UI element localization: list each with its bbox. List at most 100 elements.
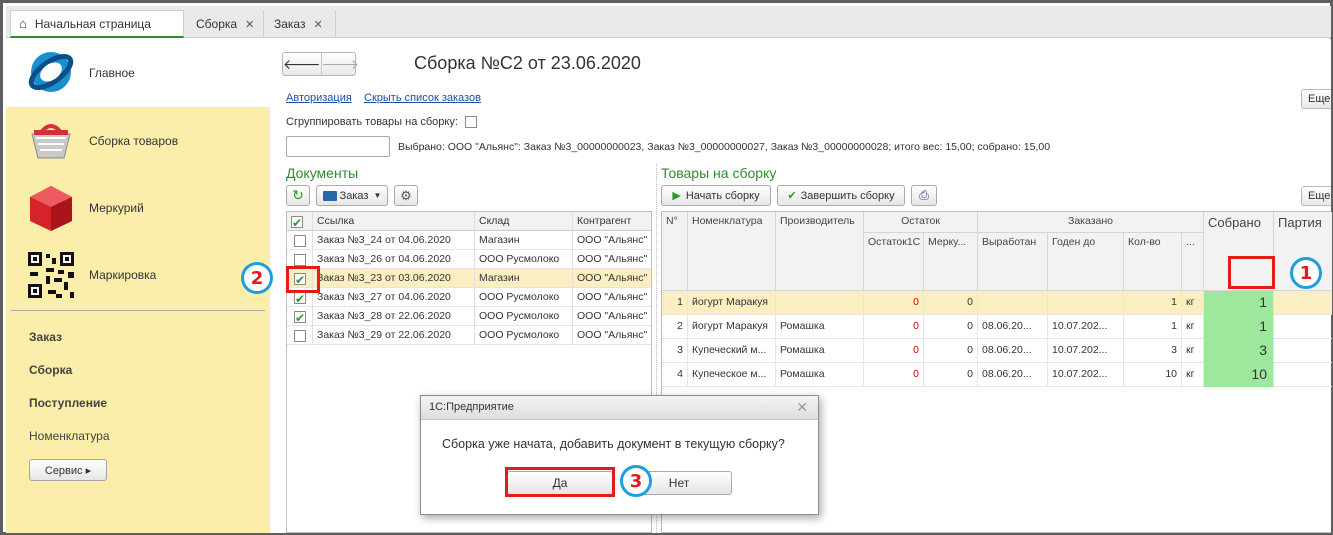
selected-summary: Выбрано: ООО "Альянс": Заказ №3_00000000… bbox=[398, 141, 1051, 153]
goods-valid: 10.07.202... bbox=[1048, 339, 1124, 363]
goods-valid bbox=[1048, 291, 1124, 315]
column-header[interactable]: Склад bbox=[475, 212, 573, 231]
play-icon: ▶ bbox=[672, 190, 681, 202]
goods-qty: 1 bbox=[1124, 315, 1182, 339]
goods-collected[interactable]: 10 bbox=[1204, 363, 1274, 387]
goods-mercury: 0 bbox=[924, 315, 978, 339]
settings-button[interactable]: ⚙ bbox=[394, 185, 418, 206]
group-goods-label: Сгруппировать товары на сборку: bbox=[286, 116, 477, 129]
service-button[interactable]: Сервис ▸ bbox=[29, 459, 107, 481]
print-button[interactable]: ⎙ bbox=[911, 185, 937, 206]
forward-arrow-icon[interactable]: 🡒 bbox=[322, 53, 360, 75]
tab-assembly[interactable]: Сборка ✕ bbox=[188, 10, 264, 38]
row-number: 1 bbox=[662, 291, 688, 315]
red-cube-icon bbox=[30, 185, 72, 231]
doc-link[interactable]: Заказ №3_24 от 04.06.2020 bbox=[313, 231, 475, 250]
goods-collected[interactable]: 1 bbox=[1204, 315, 1274, 339]
sidebar-item-mercury[interactable]: Меркурий bbox=[6, 174, 270, 241]
refresh-button[interactable]: ↻ bbox=[286, 185, 310, 206]
column-header: Заказано bbox=[978, 212, 1204, 233]
table-row[interactable]: 4 Купеческое м... Ромашка 0 0 08.06.20..… bbox=[662, 363, 1332, 387]
column-header[interactable]: Кол-во bbox=[1124, 233, 1182, 291]
check-all-icon[interactable] bbox=[287, 212, 313, 231]
doc-warehouse: ООО Русмолоко bbox=[475, 307, 573, 326]
sidebar-link-receipt[interactable]: Поступление bbox=[29, 396, 107, 410]
confirm-dialog: 1С:Предприятие ✕ Сборка уже начата, доба… bbox=[420, 395, 819, 515]
table-row[interactable]: Заказ №3_23 от 03.06.2020 Магазин ООО "А… bbox=[287, 269, 651, 288]
goods-qty: 3 bbox=[1124, 339, 1182, 363]
column-header[interactable]: Номенклатура bbox=[688, 212, 776, 291]
finish-assembly-button[interactable]: ✔ Завершить сборку bbox=[777, 185, 905, 206]
column-header[interactable]: Ссылка bbox=[313, 212, 475, 231]
goods-unit: кг bbox=[1182, 363, 1204, 387]
column-header[interactable]: Производитель bbox=[776, 212, 864, 291]
dialog-title: 1С:Предприятие bbox=[429, 401, 514, 413]
close-icon[interactable]: ✕ bbox=[245, 18, 254, 31]
goods-qty: 1 bbox=[1124, 291, 1182, 315]
sidebar-link-assembly[interactable]: Сборка bbox=[29, 363, 72, 377]
column-header[interactable]: Контрагент bbox=[573, 212, 651, 231]
column-header[interactable]: Годен до bbox=[1048, 233, 1124, 291]
more-button[interactable]: Еще bbox=[1301, 89, 1331, 109]
order-dropdown-button[interactable]: Заказ ▼ bbox=[316, 185, 388, 206]
column-header[interactable]: Остаток1С bbox=[864, 233, 924, 291]
goods-name: Купеческий м... bbox=[688, 339, 776, 363]
sidebar-link-nomenclature[interactable]: Номенклатура bbox=[29, 429, 110, 443]
auth-link[interactable]: Авторизация bbox=[286, 92, 352, 104]
row-number: 4 bbox=[662, 363, 688, 387]
column-header[interactable]: Выработан bbox=[978, 233, 1048, 291]
sidebar-item-assembly[interactable]: Сборка товаров bbox=[6, 107, 270, 174]
goods-produced: 08.06.20... bbox=[978, 315, 1048, 339]
table-row[interactable]: Заказ №3_28 от 22.06.2020 ООО Русмолоко … bbox=[287, 307, 651, 326]
goods-name: Купеческое м... bbox=[688, 363, 776, 387]
tab-order[interactable]: Заказ ✕ bbox=[266, 10, 336, 38]
back-arrow-icon[interactable]: 🡐 bbox=[283, 53, 322, 75]
table-row[interactable]: Заказ №3_26 от 04.06.2020 ООО Русмолоко … bbox=[287, 250, 651, 269]
table-row[interactable]: Заказ №3_27 от 04.06.2020 ООО Русмолоко … bbox=[287, 288, 651, 307]
column-header[interactable]: Мерку... bbox=[924, 233, 978, 291]
table-row[interactable]: Заказ №3_24 от 04.06.2020 Магазин ООО "А… bbox=[287, 231, 651, 250]
table-row[interactable]: Заказ №3_29 от 22.06.2020 ООО Русмолоко … bbox=[287, 326, 651, 345]
doc-link[interactable]: Заказ №3_27 от 04.06.2020 bbox=[313, 288, 475, 307]
column-header[interactable]: N° bbox=[662, 212, 688, 291]
table-row[interactable]: 1 йогурт Маракуя 0 0 1 кг 1 bbox=[662, 291, 1332, 315]
documents-title: Документы bbox=[286, 165, 359, 181]
goods-unit: кг bbox=[1182, 315, 1204, 339]
sidebar-item-marking[interactable]: Маркировка bbox=[6, 241, 270, 308]
row-checkbox[interactable] bbox=[294, 235, 306, 248]
sidebar-item-main[interactable]: Главное bbox=[6, 39, 270, 107]
goods-collected[interactable]: 1 bbox=[1204, 291, 1274, 315]
doc-link[interactable]: Заказ №3_29 от 22.06.2020 bbox=[313, 326, 475, 345]
sidebar-link-order[interactable]: Заказ bbox=[29, 330, 62, 344]
goods-more-button[interactable]: Еще bbox=[1301, 186, 1331, 206]
row-checkbox[interactable] bbox=[294, 309, 306, 326]
annotation-highlight-yes bbox=[505, 467, 615, 497]
row-checkbox[interactable] bbox=[294, 254, 306, 267]
selection-input[interactable] bbox=[286, 136, 390, 157]
group-goods-text: Сгруппировать товары на сборку: bbox=[286, 116, 458, 128]
close-icon[interactable]: ✕ bbox=[796, 396, 808, 419]
checkmark-icon: ✔ bbox=[787, 190, 797, 202]
close-icon[interactable]: ✕ bbox=[313, 18, 322, 31]
group-goods-checkbox[interactable] bbox=[464, 116, 477, 129]
column-header: Остаток bbox=[864, 212, 978, 233]
goods-valid: 10.07.202... bbox=[1048, 363, 1124, 387]
doc-link[interactable]: Заказ №3_23 от 03.06.2020 bbox=[313, 269, 475, 288]
row-checkbox[interactable] bbox=[294, 290, 306, 307]
doc-contractor: ООО "Альянс" bbox=[577, 291, 648, 303]
tab-home[interactable]: ⌂ Начальная страница bbox=[10, 10, 184, 38]
dialog-header: 1С:Предприятие ✕ bbox=[421, 396, 818, 420]
doc-link[interactable]: Заказ №3_28 от 22.06.2020 bbox=[313, 307, 475, 326]
column-header[interactable]: ... bbox=[1182, 233, 1204, 291]
start-assembly-button[interactable]: ▶ Начать сборку bbox=[661, 185, 771, 206]
table-row[interactable]: 3 Купеческий м... Ромашка 0 0 08.06.20..… bbox=[662, 339, 1332, 363]
goods-collected[interactable]: 3 bbox=[1204, 339, 1274, 363]
goods-producer: Ромашка bbox=[776, 363, 864, 387]
doc-warehouse: Магазин bbox=[475, 231, 573, 250]
hide-orders-link[interactable]: Скрыть список заказов bbox=[364, 92, 481, 104]
doc-link[interactable]: Заказ №3_26 от 04.06.2020 bbox=[313, 250, 475, 269]
table-row[interactable]: 2 йогурт Маракуя Ромашка 0 0 08.06.20...… bbox=[662, 315, 1332, 339]
row-checkbox[interactable] bbox=[294, 330, 306, 343]
order-button-label: Заказ bbox=[339, 189, 369, 202]
doc-warehouse: ООО Русмолоко bbox=[475, 288, 573, 307]
